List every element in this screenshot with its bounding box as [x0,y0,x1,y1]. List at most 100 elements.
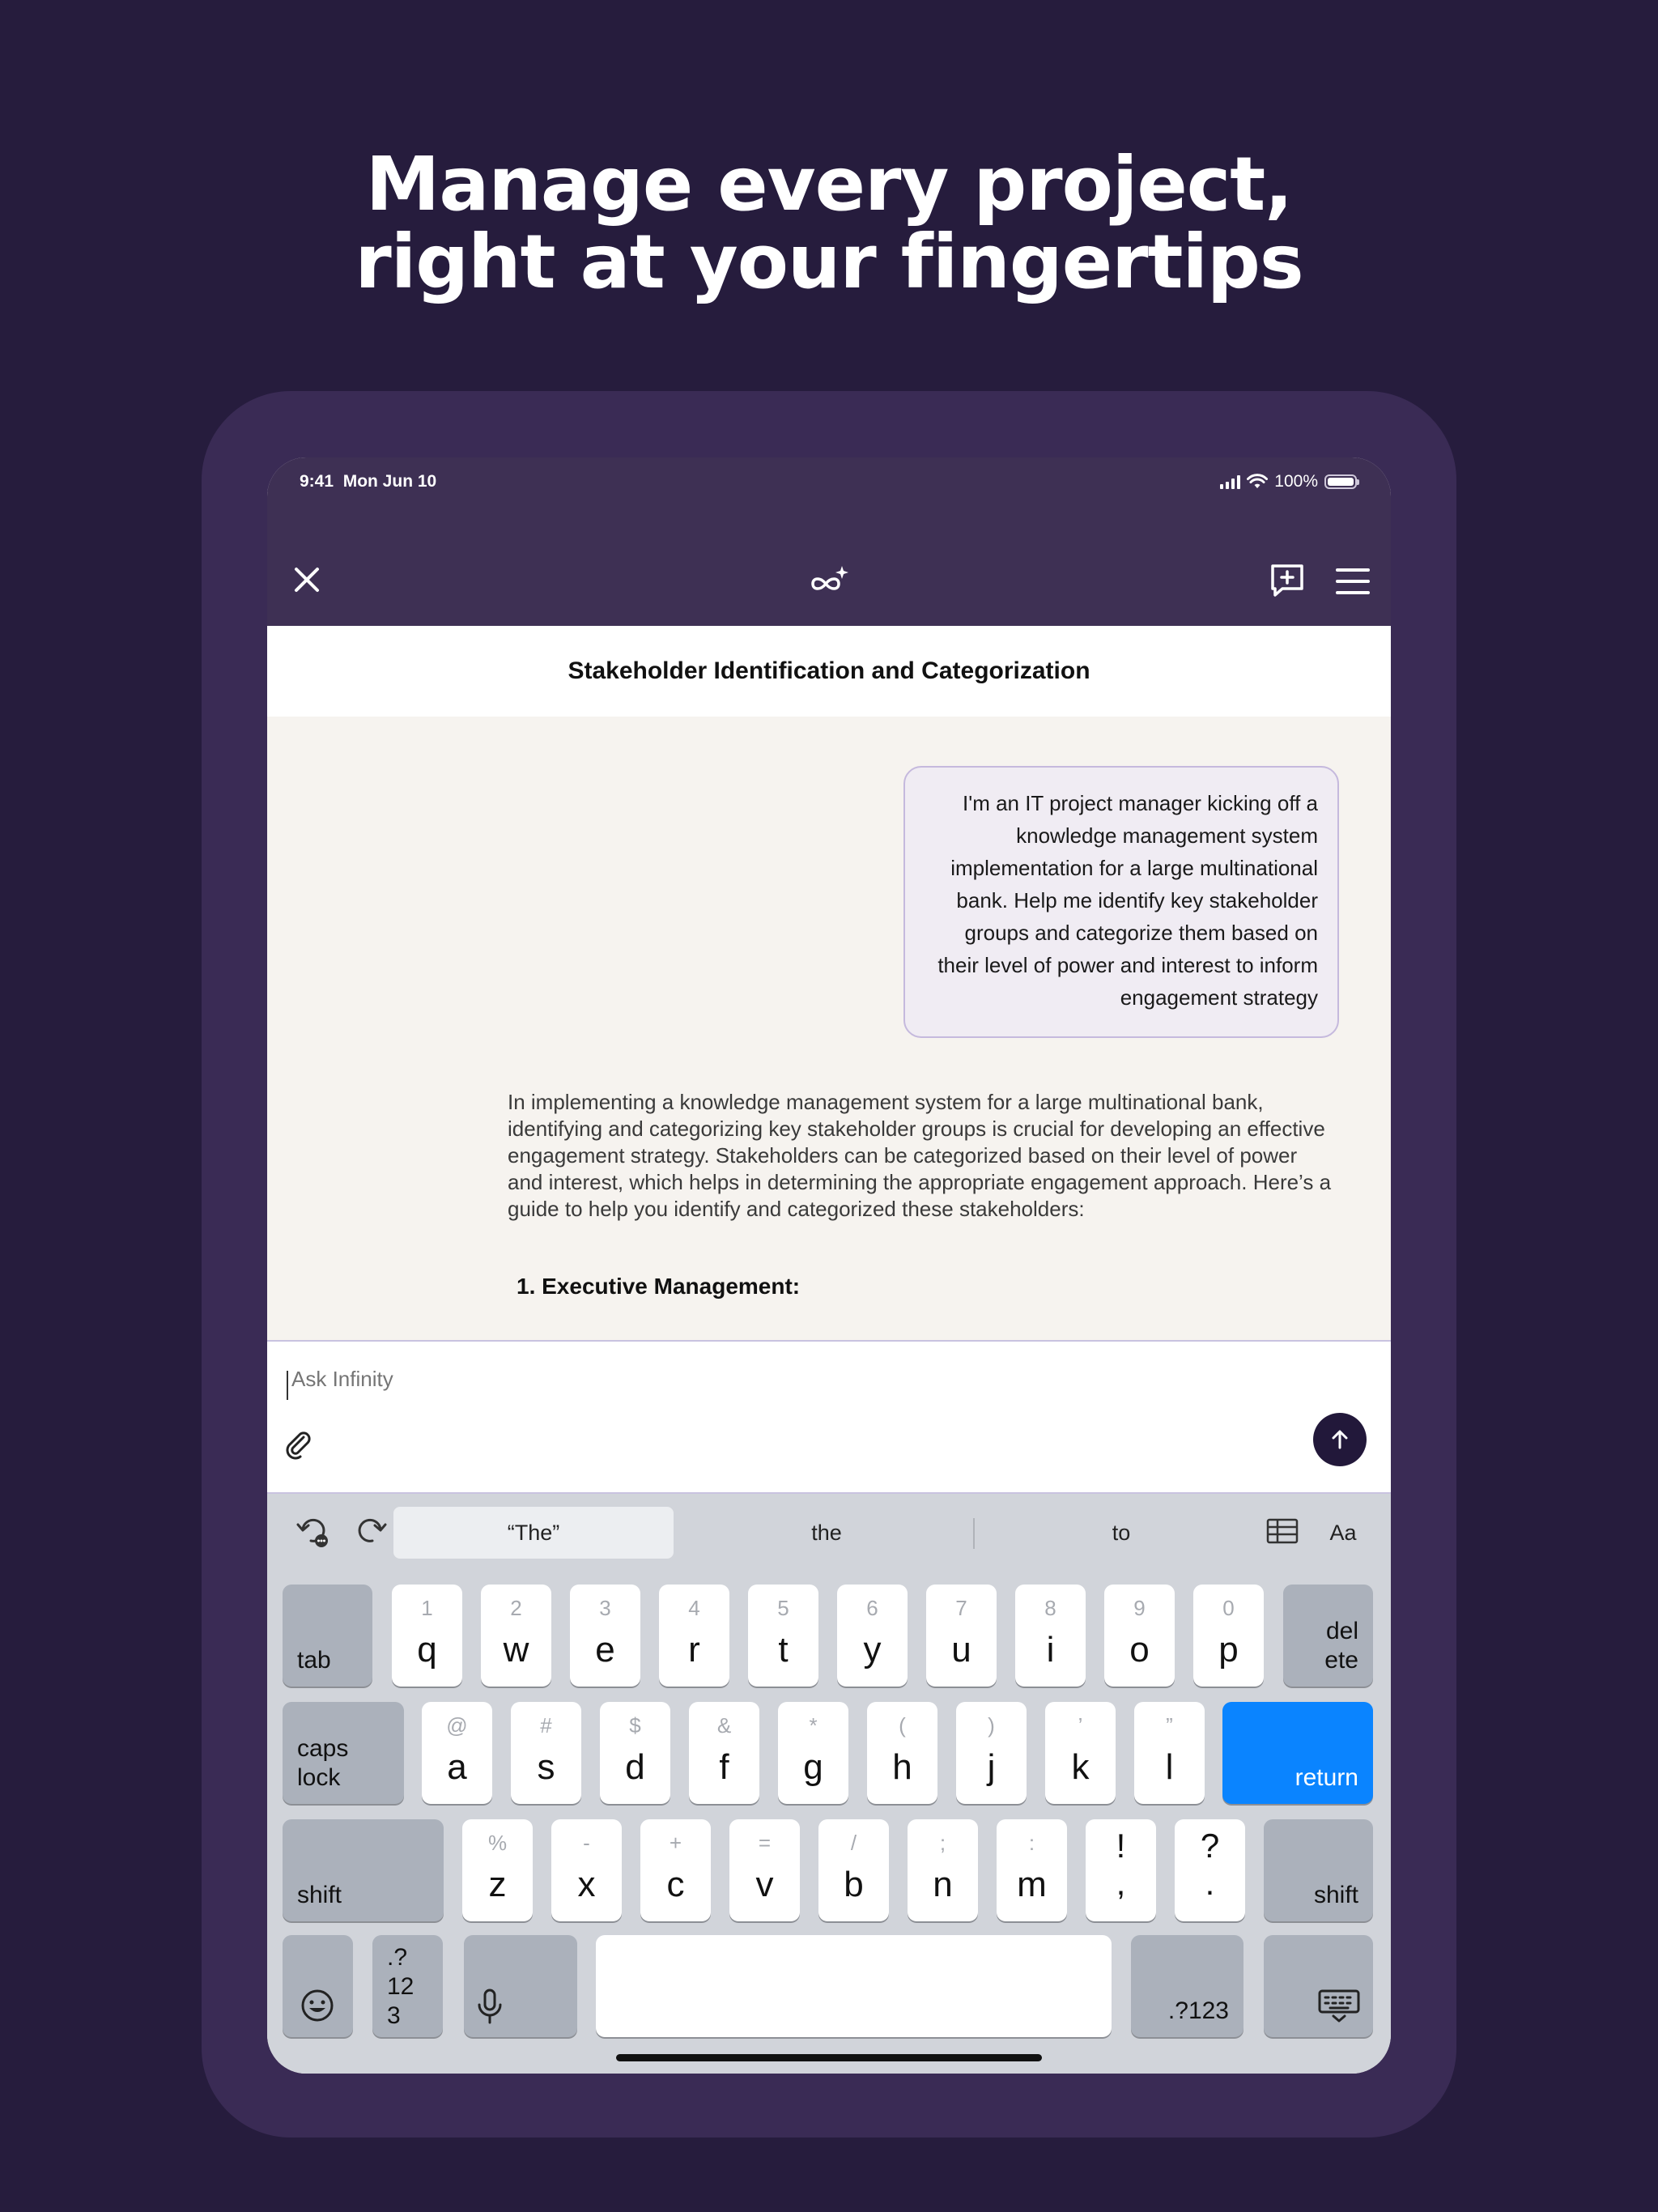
key-primary: p [1218,1630,1239,1670]
suggestion-3[interactable]: to [975,1507,1268,1559]
key-d[interactable]: $ d [600,1702,670,1804]
key-t[interactable]: 5t [748,1585,818,1687]
app-top-bar: 9:41 Mon Jun 10 100% [267,457,1391,626]
key-bottom-char: . [1205,1864,1215,1902]
key-secondary: 4 [688,1596,700,1620]
table-icon[interactable] [1265,1513,1300,1549]
close-icon[interactable] [288,561,325,598]
key-x[interactable]: -x [551,1819,622,1921]
key-s[interactable]: # s [511,1702,581,1804]
hamburger-menu-icon[interactable] [1334,563,1371,600]
key-label: .?123 [387,1943,414,2031]
key-q[interactable]: 1q [392,1585,462,1687]
key-secondary: 0 [1222,1596,1235,1620]
key-space[interactable] [596,1935,1112,2037]
key-primary: o [1129,1630,1150,1670]
microphone-icon [478,1989,502,2024]
assistant-message: In implementing a knowledge management s… [508,1090,1332,1221]
key-v[interactable]: = v [729,1819,800,1921]
key-l[interactable]: ” l [1134,1702,1205,1804]
text-format-button[interactable]: Aa [1318,1507,1368,1559]
key-primary: b [844,1865,864,1904]
redo-icon[interactable] [353,1513,389,1549]
key-y[interactable]: 6y [837,1585,908,1687]
key-secondary: = [758,1831,772,1855]
key-p[interactable]: 0p [1193,1585,1264,1687]
wifi-icon [1247,474,1269,488]
key-primary: r [688,1630,700,1670]
key-shift-left[interactable]: shift [283,1819,444,1921]
status-bar-indicators: 100% [1220,472,1359,491]
key-z[interactable]: % z [462,1819,533,1921]
key-primary: z [488,1865,507,1904]
send-button[interactable] [1313,1413,1367,1466]
key-primary: n [933,1865,953,1904]
key-u[interactable]: 7u [926,1585,997,1687]
key-label: shift [1313,1882,1358,1908]
key-shift-right[interactable]: shift [1264,1819,1373,1921]
key-exclaim-comma[interactable]: !, [1086,1819,1156,1921]
key-m[interactable]: :m [997,1819,1067,1921]
key-primary: i [1046,1630,1055,1670]
numbers-label-line-1: .? [387,1944,408,1971]
suggestion-2[interactable]: the [680,1507,973,1559]
chat-title-bar: Stakeholder Identification and Categoriz… [267,626,1391,717]
key-w[interactable]: 2w [481,1585,551,1687]
caps-label-line-1: caps [297,1735,349,1762]
key-primary: x [577,1865,596,1904]
key-i[interactable]: 8i [1015,1585,1086,1687]
key-h[interactable]: (h [867,1702,937,1804]
delete-label-line-2: ete [1324,1647,1358,1674]
key-return[interactable]: return [1222,1702,1373,1804]
key-n[interactable]: ; n [908,1819,978,1921]
key-o[interactable]: 9o [1104,1585,1175,1687]
key-bottom-char: , [1116,1864,1126,1902]
status-date: Mon Jun 10 [342,472,437,491]
key-secondary: + [669,1831,682,1855]
key-b[interactable]: / b [818,1819,889,1921]
key-primary: g [803,1747,823,1787]
key-c[interactable]: + c [640,1819,711,1921]
key-dictation[interactable] [464,1935,577,2037]
user-message-line: engagement strategy [1120,985,1318,1010]
key-primary: w [503,1630,529,1670]
key-question-period[interactable]: ?. [1175,1819,1245,1921]
home-indicator[interactable] [616,2054,1042,2061]
key-primary: q [417,1630,437,1670]
key-f[interactable]: & f [689,1702,759,1804]
message-composer [267,1340,1391,1494]
arrow-up-icon [1332,1430,1348,1449]
key-secondary: ” [1166,1713,1173,1738]
key-numbers-left[interactable]: .? 12 3 [372,1935,443,2037]
numbers-label-line-3: 3 [387,2002,401,2029]
user-message-line: their level of power and interest to inf… [937,953,1318,977]
key-e[interactable]: 3e [570,1585,640,1687]
key-caps-lock[interactable]: caps lock [283,1702,404,1804]
key-secondary: 2 [510,1596,522,1620]
key-g[interactable]: * g [778,1702,848,1804]
undo-icon[interactable] [295,1513,330,1549]
key-emoji[interactable] [283,1935,353,2037]
paperclip-icon[interactable] [282,1427,314,1460]
key-top-char: ? [1200,1827,1220,1865]
key-tab[interactable]: tab [283,1585,372,1687]
suggestion-1[interactable]: “The” [393,1507,674,1559]
key-delete[interactable]: del ete [1283,1585,1373,1687]
key-numbers-right[interactable]: .?123 [1131,1935,1244,2037]
key-j[interactable]: ) j [956,1702,1027,1804]
key-primary: c [666,1865,685,1904]
user-message-line: implementation for a large multinational [950,856,1318,880]
key-label: !, [1086,1827,1156,1902]
ask-input[interactable] [290,1366,1265,1393]
key-primary: a [447,1747,467,1787]
user-message-bubble: I'm an IT project manager kicking off a … [903,766,1339,1038]
key-r[interactable]: 4r [659,1585,729,1687]
key-k[interactable]: ’ k [1045,1702,1116,1804]
key-secondary: - [583,1831,590,1855]
key-primary: h [892,1747,912,1787]
key-hide-keyboard[interactable] [1264,1935,1373,2037]
new-chat-icon[interactable] [1268,561,1307,600]
key-a[interactable]: @ a [422,1702,492,1804]
headline-line-1: Manage every project, [365,141,1293,228]
key-label: caps lock [297,1734,348,1793]
